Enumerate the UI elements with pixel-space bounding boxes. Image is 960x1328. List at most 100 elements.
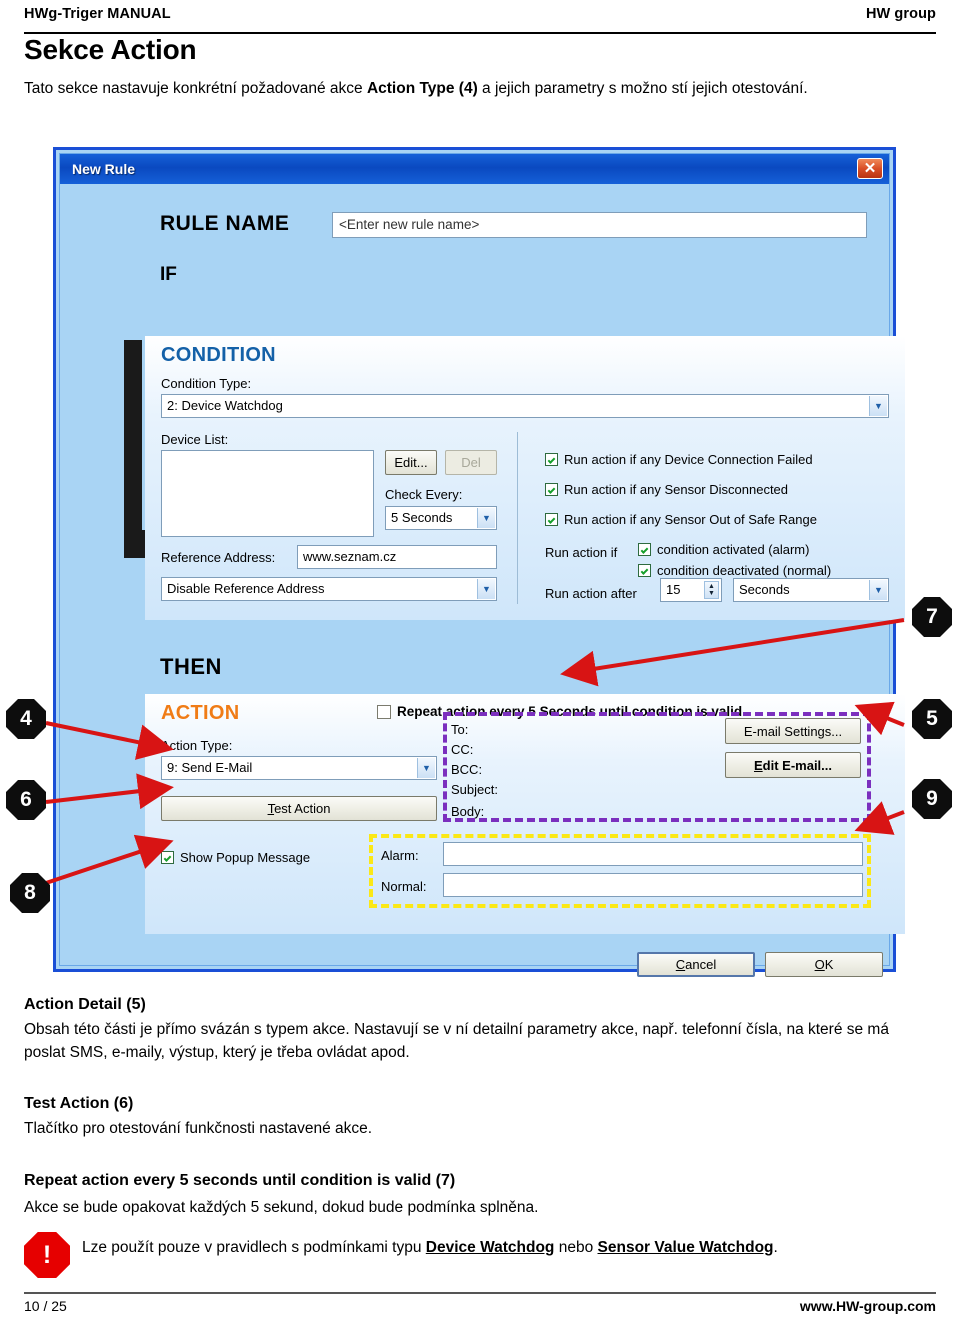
callout-4: 4: [6, 699, 46, 739]
run-action-after-label: Run action after: [545, 586, 637, 601]
rule-name-input[interactable]: <Enter new rule name>: [332, 212, 867, 238]
cancel-rest: ancel: [685, 957, 717, 972]
action-panel: ACTION Repeat action every 5 Seconds unt…: [145, 694, 905, 934]
disable-reference-select[interactable]: Disable Reference Address ▼: [161, 577, 497, 601]
screenshot-frame: New Rule ✕ RULE NAME <Enter new rule nam…: [53, 147, 905, 977]
ok-rest: K: [824, 957, 834, 972]
highlight-popup-messages: [369, 834, 871, 908]
reference-address-input[interactable]: www.seznam.cz: [297, 545, 497, 569]
rule-name-label: RULE NAME: [160, 212, 290, 235]
if-label: IF: [160, 264, 177, 285]
dialog-body: RULE NAME <Enter new rule name> IF CONDI…: [60, 184, 905, 977]
footer-website[interactable]: www.HW-group.com: [800, 1298, 936, 1314]
chevron-down-icon[interactable]: ▼: [869, 580, 887, 600]
device-list-label: Device List:: [161, 432, 229, 447]
action-type-label: Action Type:: [161, 738, 233, 753]
checkbox-condition-deactivated[interactable]: condition deactivated (normal): [638, 563, 831, 578]
page-footer: 10 / 25 www.HW-group.com: [24, 1292, 936, 1314]
section-body-test-action: Tlačítko pro otestování funkčnosti nasta…: [24, 1120, 373, 1137]
cancel-button-label: Cancel: [675, 957, 717, 972]
checkbox-icon[interactable]: [545, 513, 558, 526]
manual-name: HWg-Triger MANUAL: [24, 6, 171, 22]
action-panel-title: ACTION: [161, 702, 240, 724]
checkbox-show-popup-label: Show Popup Message: [180, 850, 311, 865]
chevron-down-icon[interactable]: ▼: [477, 508, 495, 528]
intro-text-1: Tato sekce nastavuje konkrétní požadovan…: [24, 80, 367, 97]
edit-device-button[interactable]: Edit...: [385, 450, 437, 475]
condition-type-label: Condition Type:: [161, 376, 252, 391]
checkbox-sensor-disconnected[interactable]: Run action if any Sensor Disconnected: [545, 482, 788, 497]
check-every-select[interactable]: 5 Seconds ▼: [385, 506, 497, 530]
check-every-value: 5 Seconds: [391, 510, 453, 525]
checkbox-condition-deactivated-label: condition deactivated (normal): [657, 563, 832, 578]
intro-text-2: a jejich parametry s možno stí jejich ot…: [477, 80, 808, 97]
dialog-title: New Rule: [72, 161, 136, 177]
chevron-down-icon[interactable]: ▼: [869, 396, 887, 416]
condition-type-select[interactable]: 2: Device Watchdog ▼: [161, 394, 889, 418]
checkbox-condition-activated[interactable]: condition activated (alarm): [638, 542, 809, 557]
note-text-1: Lze použít pouze v pravidlech s podmínka…: [82, 1239, 426, 1256]
close-icon[interactable]: ✕: [857, 158, 883, 179]
run-action-if-label: Run action if: [545, 545, 618, 560]
page-header: HWg-Triger MANUAL HW group: [24, 6, 936, 34]
del-device-button-label: Del: [461, 455, 481, 470]
checkbox-icon[interactable]: [638, 543, 651, 556]
callout-7: 7: [912, 597, 952, 637]
intro-bold: Action Type (4): [366, 80, 478, 97]
test-action-rest: est Action: [274, 801, 331, 816]
dialog-window: New Rule ✕ RULE NAME <Enter new rule nam…: [59, 153, 905, 977]
condition-panel-title: CONDITION: [161, 344, 276, 366]
section-heading-test-action: Test Action (6): [24, 1095, 134, 1112]
disable-reference-value: Disable Reference Address: [167, 581, 325, 596]
stepper-arrows-icon[interactable]: ▲ ▼: [704, 581, 719, 599]
run-action-after-unit-select[interactable]: Seconds ▼: [733, 578, 889, 602]
check-every-label: Check Every:: [385, 487, 463, 502]
test-action-button-label: Test Action: [267, 801, 331, 816]
checkbox-icon[interactable]: [161, 851, 174, 864]
warning-note: ! Lze použít pouze v pravidlech s podmín…: [24, 1232, 924, 1278]
checkbox-device-connection-failed[interactable]: Run action if any Device Connection Fail…: [545, 452, 813, 467]
checkbox-sensor-disconnected-label: Run action if any Sensor Disconnected: [564, 482, 789, 497]
highlight-action-detail: [443, 712, 871, 822]
run-action-after-value: 15: [666, 582, 681, 597]
note-text-3: .: [773, 1239, 778, 1256]
then-label: THEN: [160, 654, 222, 679]
edit-device-button-label: Edit...: [394, 455, 428, 470]
callout-9: 9: [912, 779, 952, 819]
checkbox-sensor-out-of-range-label: Run action if any Sensor Out of Safe Ran…: [564, 512, 817, 527]
device-list-box[interactable]: [161, 450, 374, 537]
action-type-value: 9: Send E-Mail: [167, 760, 253, 775]
warning-note-text: Lze použít pouze v pravidlech s podmínka…: [82, 1232, 778, 1260]
checkbox-icon[interactable]: [638, 564, 651, 577]
test-action-button[interactable]: Test Action: [161, 796, 437, 821]
run-action-after-unit-value: Seconds: [739, 582, 790, 597]
checkbox-icon[interactable]: [377, 704, 391, 719]
note-bold-device-watchdog: Device Watchdog: [425, 1239, 555, 1256]
callout-5: 5: [912, 699, 952, 739]
callout-8: 8: [10, 873, 50, 913]
del-device-button[interactable]: Del: [445, 450, 497, 475]
checkbox-show-popup[interactable]: Show Popup Message: [161, 850, 310, 865]
checkbox-device-connection-failed-label: Run action if any Device Connection Fail…: [564, 452, 813, 467]
checkbox-sensor-out-of-range[interactable]: Run action if any Sensor Out of Safe Ran…: [545, 512, 817, 527]
ok-button[interactable]: OK: [765, 952, 883, 977]
section-heading-repeat-action: Repeat action every 5 seconds until cond…: [24, 1172, 456, 1189]
reference-address-label: Reference Address:: [161, 550, 276, 565]
run-action-after-stepper[interactable]: 15 ▲ ▼: [660, 578, 722, 602]
page-title: Sekce Action: [24, 34, 197, 65]
checkbox-icon[interactable]: [545, 453, 558, 466]
action-type-select[interactable]: 9: Send E-Mail ▼: [161, 756, 437, 780]
note-text-2: nebo: [554, 1239, 598, 1256]
note-bold-sensor-value-watchdog: Sensor Value Watchdog: [597, 1239, 774, 1256]
chevron-down-icon[interactable]: ▼: [477, 579, 495, 599]
warning-icon: !: [24, 1232, 70, 1278]
panel-divider: [517, 432, 518, 604]
cancel-button[interactable]: Cancel: [637, 952, 755, 977]
checkbox-condition-activated-label: condition activated (alarm): [657, 542, 810, 557]
callout-6: 6: [6, 780, 46, 820]
condition-type-value: 2: Device Watchdog: [167, 398, 283, 413]
section-heading-action-detail: Action Detail (5): [24, 996, 146, 1013]
condition-panel: CONDITION Condition Type: 2: Device Watc…: [145, 336, 905, 620]
chevron-down-icon[interactable]: ▼: [417, 758, 435, 778]
checkbox-icon[interactable]: [545, 483, 558, 496]
